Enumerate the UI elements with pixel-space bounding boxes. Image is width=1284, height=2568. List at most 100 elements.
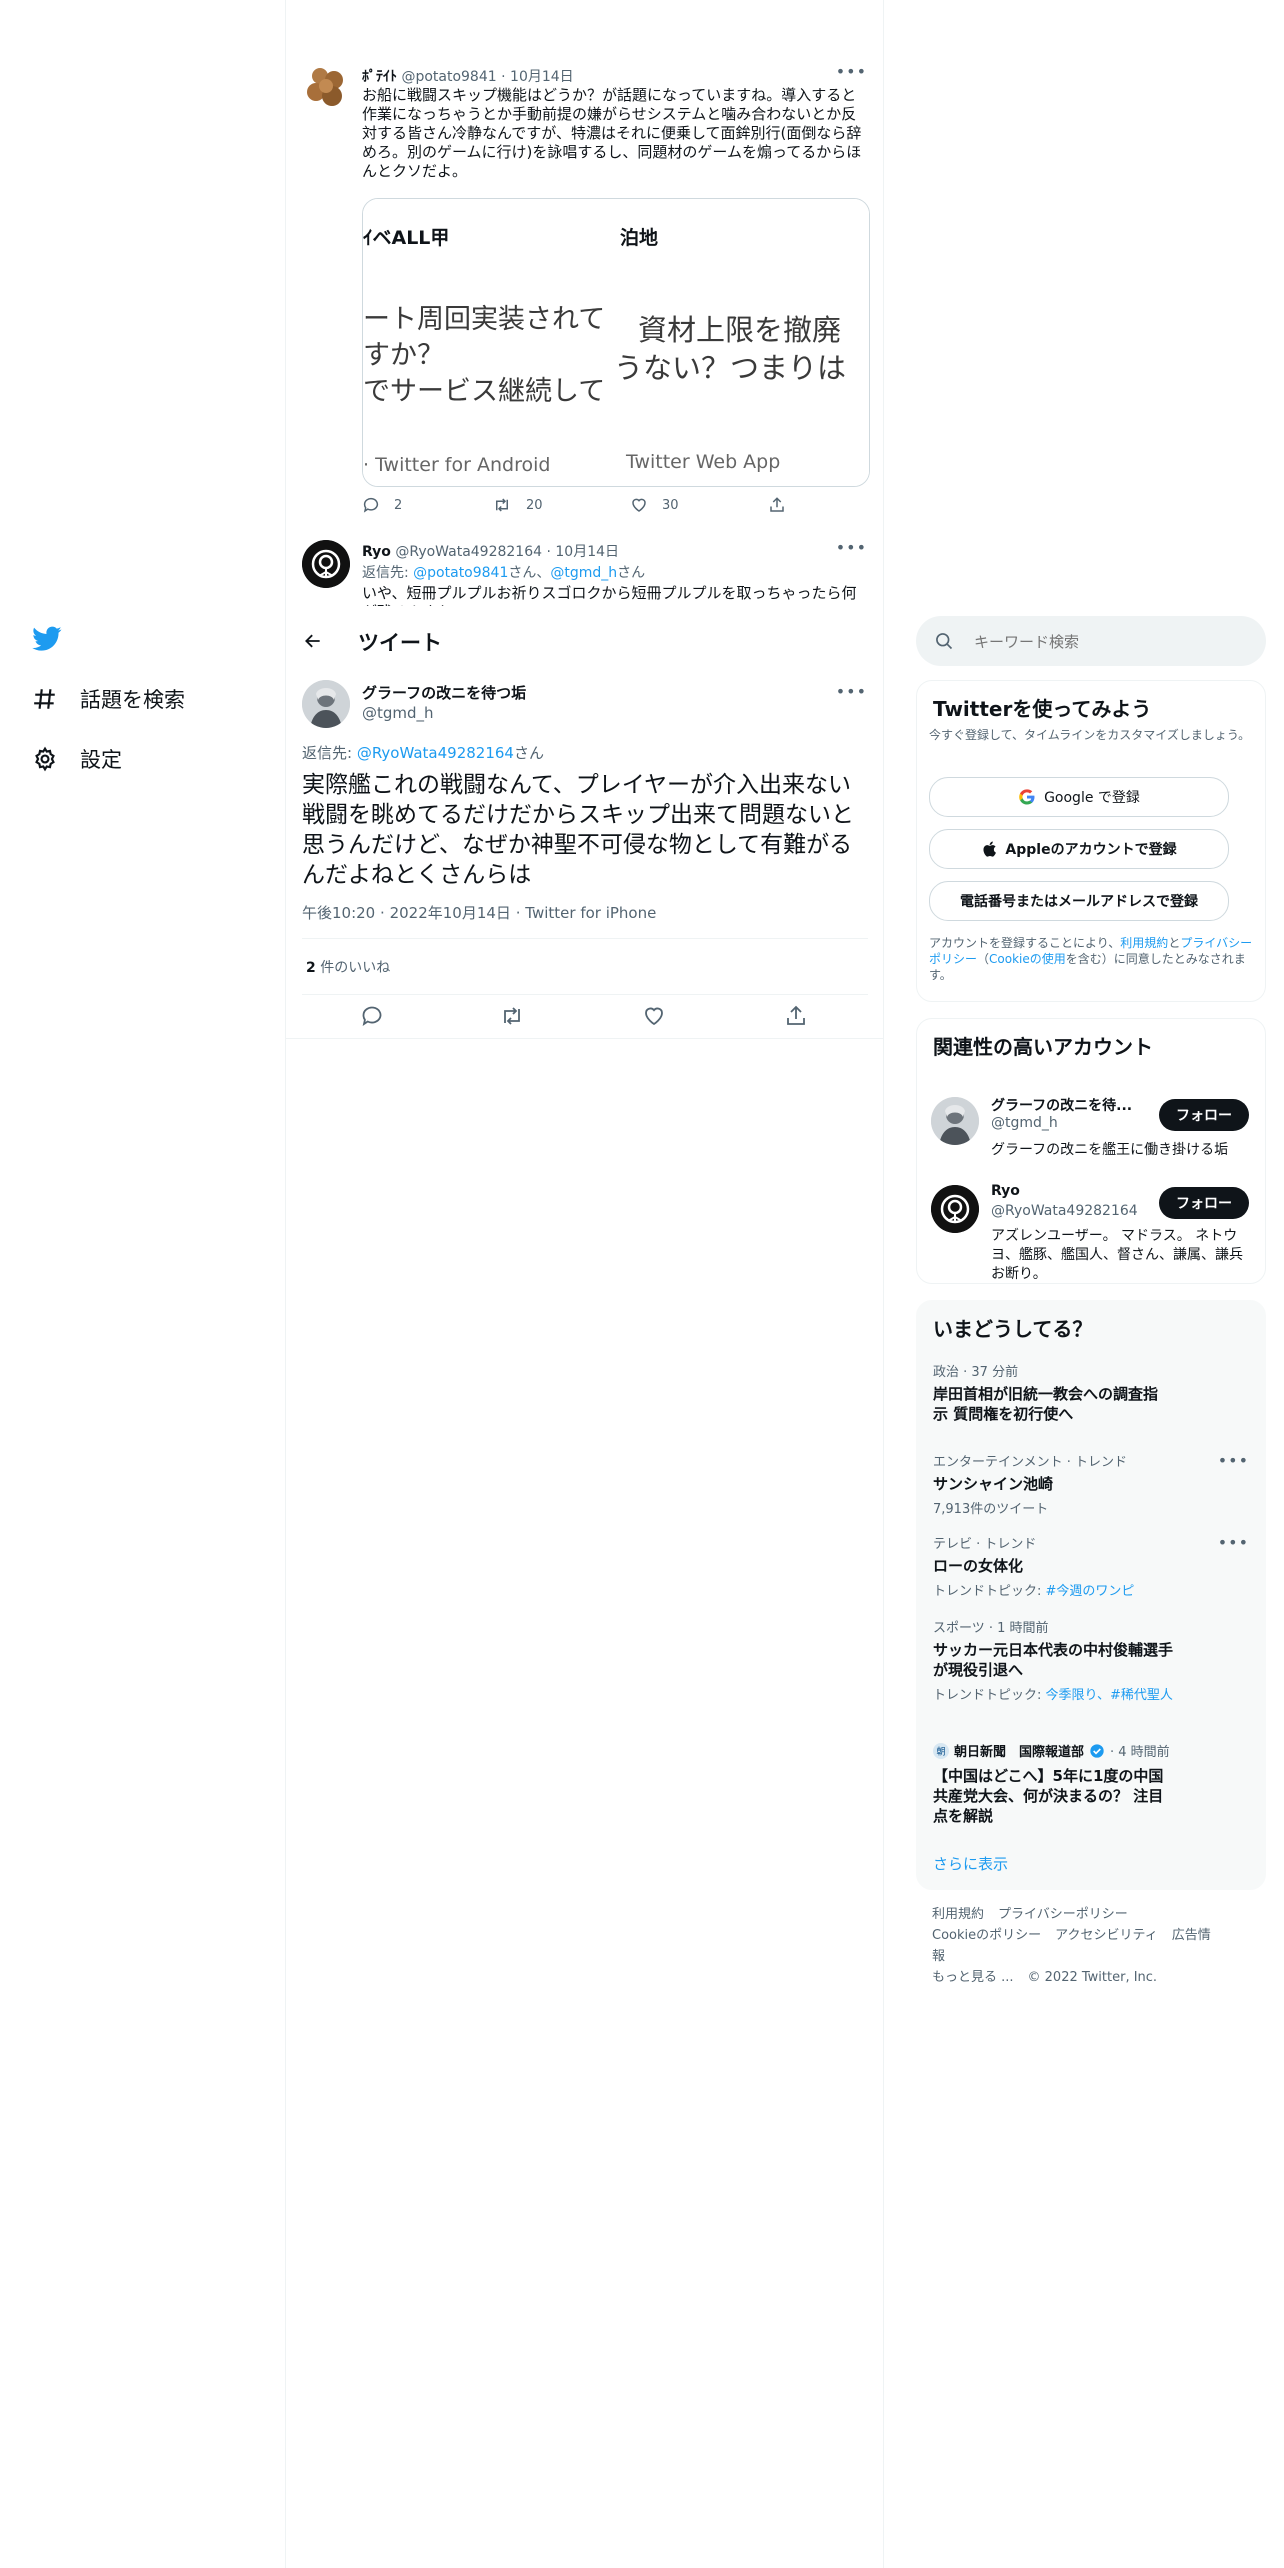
image-text: · Twitter for Android <box>363 454 551 476</box>
image-text: ート周回実装されて <box>363 304 606 335</box>
retweet-button[interactable] <box>500 1004 524 1028</box>
retweet-button[interactable]: 20 <box>492 496 543 514</box>
retweet-icon <box>492 496 512 514</box>
author-handle[interactable]: @RyoWata49282164 <box>395 544 542 560</box>
google-signup-label: Google で登録 <box>1044 790 1140 806</box>
retweet-count: 20 <box>526 497 543 513</box>
trend-item[interactable]: エンターテインメント · トレンド サンシャイン池崎 7,913件のツイート <box>933 1451 1253 1517</box>
footer-link[interactable]: もっと見る ... <box>932 1970 1014 1985</box>
nav-explore[interactable]: 話題を検索 <box>32 684 185 714</box>
image-text: 資材上限を撤廃 <box>638 313 842 347</box>
trend-item[interactable]: 政治 · 37 分前 岸田首相が旧統一教会への調査指示 質問権を初行使へ <box>933 1361 1253 1424</box>
account-handle[interactable]: @tgmd_h <box>991 1115 1058 1131</box>
share-button[interactable] <box>784 1004 808 1028</box>
tweet-meta: 午後10:20 · 2022年10月14日 · Twitter for iPho… <box>302 902 656 923</box>
account-row[interactable]: グラーフの改ニを待... @tgmd_h グラーフの改ニを艦王に働き掛ける垢 フ… <box>917 1077 1265 1165</box>
tweet-image[interactable]: ｲベALL甲 ート周回実装されて すか？ でサービス継続して · Twitter… <box>362 198 870 487</box>
tweet-text: いや、短冊プルプルお祈りスゴロクから短冊プルプルを取っちゃったら何が残るんすか <box>362 584 857 606</box>
phone-email-signup-button[interactable]: 電話番号またはメールアドレスで登録 <box>929 881 1229 921</box>
back-arrow-icon[interactable] <box>302 631 324 651</box>
account-bio: グラーフの改ニを艦王に働き掛ける垢 <box>991 1142 1229 1158</box>
heart-icon <box>630 496 648 514</box>
trend-meta: エンターテインメント · トレンド <box>933 1455 1128 1470</box>
apple-signup-button[interactable]: Appleのアカウントで登録 <box>929 829 1229 869</box>
separator-dot: · <box>546 544 551 560</box>
avatar[interactable] <box>931 1097 979 1145</box>
reply-suffix: さん <box>617 565 646 581</box>
signup-title: Twitterを使ってみよう <box>933 697 1152 721</box>
tweet-date[interactable]: 10月14日 <box>510 69 574 85</box>
more-icon[interactable]: ••• <box>836 538 867 557</box>
twitter-logo-icon[interactable] <box>32 626 62 652</box>
trend-title: ローの女体化 <box>933 1557 1024 1575</box>
tweet-header: ﾎﾟﾃｲﾄ @potato9841 · 10月14日 <box>362 66 574 86</box>
footer: 利用規約 プライバシーポリシー Cookieのポリシー アクセシビリティ 広告情報 も… <box>932 1904 1232 1988</box>
nav-settings[interactable]: 設定 <box>32 744 122 774</box>
reply-button[interactable]: 2 <box>362 496 402 514</box>
separator-dot: · <box>380 904 385 922</box>
image-text: すか？ <box>363 340 444 371</box>
follow-button[interactable]: フォロー <box>1159 1099 1249 1131</box>
trend-topic-link[interactable]: #今週のワンピ <box>1046 1584 1135 1599</box>
trend-topic-prefix: トレンドトピック: <box>933 1688 1046 1703</box>
signup-terms: アカウントを登録することにより、利用規約とプライバシーポリシー（Cookieの使… <box>929 935 1253 983</box>
share-button[interactable] <box>768 496 786 514</box>
avatar[interactable] <box>302 62 350 110</box>
news-source: 朝日新聞 国際報道部 <box>954 1745 1085 1760</box>
main-tweet: グラーフの改ニを待つ垢 @tgmd_h ••• 返信先: @RyoWata492… <box>286 676 883 1040</box>
trend-topic-link[interactable]: 今季限り、#稀代聖人 <box>1046 1688 1173 1703</box>
footer-link[interactable]: 利用規約 <box>932 1907 984 1922</box>
more-icon[interactable]: ••• <box>836 62 867 81</box>
google-signup-button[interactable]: Google で登録 <box>929 777 1229 817</box>
author-handle[interactable]: @potato9841 <box>401 69 496 85</box>
account-name[interactable]: グラーフの改ニを待... <box>991 1095 1151 1115</box>
trend-item[interactable]: テレビ · トレンド ローの女体化 トレンドトピック: #今週のワンピ <box>933 1533 1253 1599</box>
like-button[interactable]: 30 <box>630 496 679 514</box>
account-row[interactable]: Ryo @RyoWata49282164 アズレンユーザー。 マドラス。 ネトウ… <box>917 1165 1265 1282</box>
hashtag-icon <box>32 686 58 712</box>
reply-mention[interactable]: @potato9841 <box>413 565 508 581</box>
likes-summary[interactable]: 2 件のいいね <box>306 957 390 977</box>
tweet-date[interactable]: 10月14日 <box>555 544 619 560</box>
like-count: 30 <box>662 497 679 513</box>
show-more-link[interactable]: さらに表示 <box>933 1853 1008 1874</box>
avatar[interactable] <box>931 1185 979 1233</box>
author-name[interactable]: グラーフの改ニを待つ垢 <box>362 682 526 703</box>
author-handle[interactable]: @tgmd_h <box>362 704 434 722</box>
avatar[interactable] <box>302 680 350 728</box>
like-button[interactable] <box>642 1004 666 1028</box>
tweet-header: Ryo @RyoWata49282164 · 10月14日 <box>362 541 619 561</box>
thread-above: ﾎﾟﾃｲﾄ @potato9841 · 10月14日 ••• お船に戦闘スキップ… <box>286 0 883 606</box>
trend-meta: スポーツ · 1 時間前 <box>933 1621 1049 1636</box>
more-icon[interactable]: ••• <box>1218 1451 1249 1470</box>
tweet-date[interactable]: 2022年10月14日 <box>390 904 511 922</box>
tweet-text: お船に戦闘スキップ機能はどうか？が話題になっていますね。導入すると作業になっちゃ… <box>362 86 862 180</box>
tweet-source[interactable]: Twitter for iPhone <box>525 904 656 922</box>
author-name[interactable]: Ryo <box>362 544 391 560</box>
account-handle[interactable]: @RyoWata49282164 <box>991 1203 1138 1219</box>
tweet-time[interactable]: 午後10:20 <box>302 904 375 922</box>
more-icon[interactable]: ••• <box>1218 1533 1249 1552</box>
reply-mention[interactable]: @RyoWata49282164 <box>357 744 514 762</box>
trend-item[interactable]: スポーツ · 1 時間前 サッカー元日本代表の中村俊輔選手が現役引退へ トレンド… <box>933 1617 1173 1703</box>
author-name[interactable]: ﾎﾟﾃｲﾄ <box>362 69 397 85</box>
account-name[interactable]: Ryo <box>991 1183 1020 1199</box>
avatar[interactable] <box>302 540 350 588</box>
search-bar[interactable] <box>916 616 1266 666</box>
reply-mention[interactable]: @tgmd_h <box>550 565 617 581</box>
terms-link[interactable]: 利用規約 <box>1120 936 1168 950</box>
reply-button[interactable] <box>360 1004 384 1028</box>
footer-link[interactable]: Cookieのポリシー <box>932 1928 1041 1943</box>
more-icon[interactable]: ••• <box>836 682 867 701</box>
footer-link[interactable]: プライバシーポリシー <box>998 1907 1128 1922</box>
image-panel-left: ｲベALL甲 ート周回実装されて すか？ でサービス継続して · Twitter… <box>363 199 616 486</box>
follow-button[interactable]: フォロー <box>1159 1187 1249 1219</box>
image-text: でサービス継続して <box>363 376 606 407</box>
footer-link[interactable]: アクセシビリティ <box>1055 1928 1158 1943</box>
retweet-icon <box>500 1004 524 1028</box>
news-item[interactable]: 朝 朝日新聞 国際報道部 · 4 時間前 【中国はどこへ】5年に1度の中国共産党… <box>933 1741 1173 1826</box>
reply-context: 返信先: @potato9841さん、@tgmd_hさん <box>362 562 645 582</box>
search-input[interactable] <box>972 628 1246 656</box>
page-title: ツイート <box>358 631 442 655</box>
cookie-link[interactable]: Cookieの使用 <box>989 952 1066 966</box>
